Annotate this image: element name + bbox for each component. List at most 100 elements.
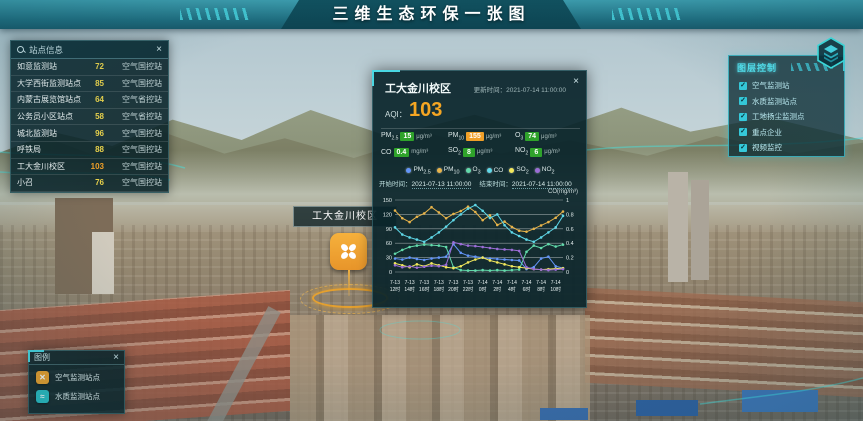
station-aqi: 103 xyxy=(84,162,104,171)
svg-text:0: 0 xyxy=(566,270,569,276)
station-aqi: 85 xyxy=(84,79,104,88)
svg-text:150: 150 xyxy=(383,198,392,204)
blue-roof-factory xyxy=(540,408,588,420)
svg-text:16时: 16时 xyxy=(419,286,430,293)
layer-item[interactable]: ✓ 重点企业 xyxy=(739,127,782,138)
update-time: 更新时间：2021-07-14 11:00:00 xyxy=(474,84,566,94)
start-time-label: 开始时间： xyxy=(379,181,412,188)
mid-blocks xyxy=(290,315,590,421)
layer-item[interactable]: ✓工地扬尘监测点 xyxy=(739,111,805,122)
checkbox-checked-icon[interactable]: ✓ xyxy=(739,97,747,105)
svg-text:60: 60 xyxy=(386,241,392,247)
station-row[interactable]: 公务员小区站点58空气省控站 xyxy=(11,109,168,126)
svg-text:7-13: 7-13 xyxy=(419,280,429,286)
svg-text:7-14: 7-14 xyxy=(521,280,531,286)
station-name: 工大金川校区 xyxy=(17,161,84,172)
station-aqi: 76 xyxy=(84,178,104,187)
layer-item[interactable]: ✓空气监测站 xyxy=(739,80,790,91)
svg-text:7-13: 7-13 xyxy=(448,280,458,286)
station-row[interactable]: 工大金川校区103 空气国控站 xyxy=(11,159,168,176)
station-row[interactable]: 如意监测站72空气国控站 xyxy=(11,59,168,76)
station-row[interactable]: 小召76空气国控站 xyxy=(11,175,168,192)
station-name: 公务员小区站点 xyxy=(17,111,84,122)
station-row[interactable]: 内蒙古展览馆站点64空气省控站 xyxy=(11,92,168,109)
svg-text:20时: 20时 xyxy=(448,286,459,293)
tower xyxy=(691,180,709,280)
station-type: 空气国控站 xyxy=(110,61,162,72)
layer-item[interactable]: ✓ 水质监测站点 xyxy=(739,96,797,107)
svg-text:7-13: 7-13 xyxy=(434,280,444,286)
end-time-input[interactable]: 2021-07-14 11:00:00 xyxy=(512,181,572,189)
layer-item[interactable]: ✓视频监控 xyxy=(739,142,782,153)
legend-item-label: 水质监测站点 xyxy=(55,391,100,402)
svg-text:7-14: 7-14 xyxy=(492,280,502,286)
close-icon[interactable]: × xyxy=(156,45,162,55)
layers-hexagon-icon[interactable] xyxy=(814,36,848,70)
pollutant-value-chip: 0.4 xyxy=(394,148,410,157)
blue-roof-factory xyxy=(636,400,698,416)
checkbox-checked-icon[interactable]: ✓ xyxy=(739,144,747,152)
chart-legend-item: SO2 xyxy=(509,166,528,175)
svg-text:6时: 6时 xyxy=(523,286,531,293)
station-row[interactable]: 大学西街监测站点85空气国控站 xyxy=(11,76,168,93)
station-name: 内蒙古展览馆站点 xyxy=(17,94,84,105)
checkbox-checked-icon[interactable]: ✓ xyxy=(739,82,747,90)
svg-text:10时: 10时 xyxy=(550,286,561,293)
legend-label: SO2 xyxy=(516,166,528,175)
pollutant-cell: NO26μg/m³ xyxy=(515,147,582,156)
map-legend-panel: 图例 × ✕空气监测站点≈水质监测站点 xyxy=(28,350,125,414)
svg-text:30: 30 xyxy=(386,256,392,262)
update-time-value: 2021-07-14 11:00:00 xyxy=(506,87,566,94)
station-type: 空气国控站 xyxy=(110,78,162,89)
svg-text:7-14: 7-14 xyxy=(551,280,561,286)
tower xyxy=(668,172,688,282)
chart-legend-item: O3 xyxy=(466,166,481,175)
station-type: 空气国控站 xyxy=(110,177,162,188)
checkbox-checked-icon[interactable]: ✓ xyxy=(739,113,747,121)
station-row[interactable]: 呼铁局88空气国控站 xyxy=(11,142,168,159)
close-icon[interactable]: × xyxy=(113,353,119,363)
pollutant-cell: CO0.4mg/m³ xyxy=(381,147,448,156)
checkbox-checked-icon[interactable]: ✓ xyxy=(739,128,747,136)
station-aqi: 72 xyxy=(84,62,104,71)
air-station-marker-icon[interactable] xyxy=(330,233,367,270)
end-time-label: 结束时间： xyxy=(479,181,512,188)
layer-control-panel: 图层控制 ✓空气监测站✓水质监测站点✓工地扬尘监测点✓重点企业✓视频监控 xyxy=(728,55,845,157)
svg-text:8时: 8时 xyxy=(537,286,545,293)
start-time-input[interactable]: 2021-07-13 11:00:00 xyxy=(412,181,472,189)
legend-dot-icon xyxy=(466,168,471,173)
update-time-label: 更新时间： xyxy=(474,87,507,94)
aqi-value: 103 xyxy=(409,99,442,122)
pollutant-unit: mg/m³ xyxy=(411,149,428,155)
pollutant-name: CO xyxy=(381,149,392,156)
pollutant-cell: PM10155μg/m³ xyxy=(448,132,515,141)
station-name: 呼铁局 xyxy=(17,144,84,155)
legend-label: PM10 xyxy=(444,166,460,175)
close-icon[interactable]: × xyxy=(573,77,579,87)
svg-text:7-13: 7-13 xyxy=(405,280,415,286)
legend-dot-icon xyxy=(509,168,514,173)
station-type: 空气省控站 xyxy=(110,94,162,105)
station-name: 城北监测站 xyxy=(17,128,84,139)
legend-item: ✕空气监测站点 xyxy=(36,371,124,384)
svg-text:18时: 18时 xyxy=(434,286,445,293)
pollutant-unit: μg/m³ xyxy=(416,134,431,140)
svg-text:7-14: 7-14 xyxy=(507,280,517,286)
station-type: 空气国控站 xyxy=(110,128,162,139)
divider xyxy=(381,128,580,129)
layer-label: 水质监测站点 xyxy=(752,96,797,107)
apartment-rows xyxy=(585,288,863,398)
station-aqi: 58 xyxy=(84,112,104,121)
time-range-row: 开始时间：2021-07-13 11:00:00 结束时间：2021-07-14… xyxy=(379,178,585,188)
legend-marker-icon: ✕ xyxy=(36,371,49,384)
chart-legend: PM2.5PM10O3COSO2NO2 xyxy=(373,166,588,175)
station-row[interactable]: 城北监测站96 空气国控站 xyxy=(11,125,168,142)
pollutant-name: NO2 xyxy=(515,147,528,156)
layer-label: 重点企业 xyxy=(752,127,782,138)
station-aqi: 96 xyxy=(84,129,104,138)
search-icon[interactable] xyxy=(17,46,25,54)
station-panel-title: 站点信息 xyxy=(29,44,156,56)
station-type: 空气国控站 xyxy=(110,161,162,172)
legend-marker-icon: ≈ xyxy=(36,390,49,403)
chart-legend-item: PM10 xyxy=(437,166,460,175)
